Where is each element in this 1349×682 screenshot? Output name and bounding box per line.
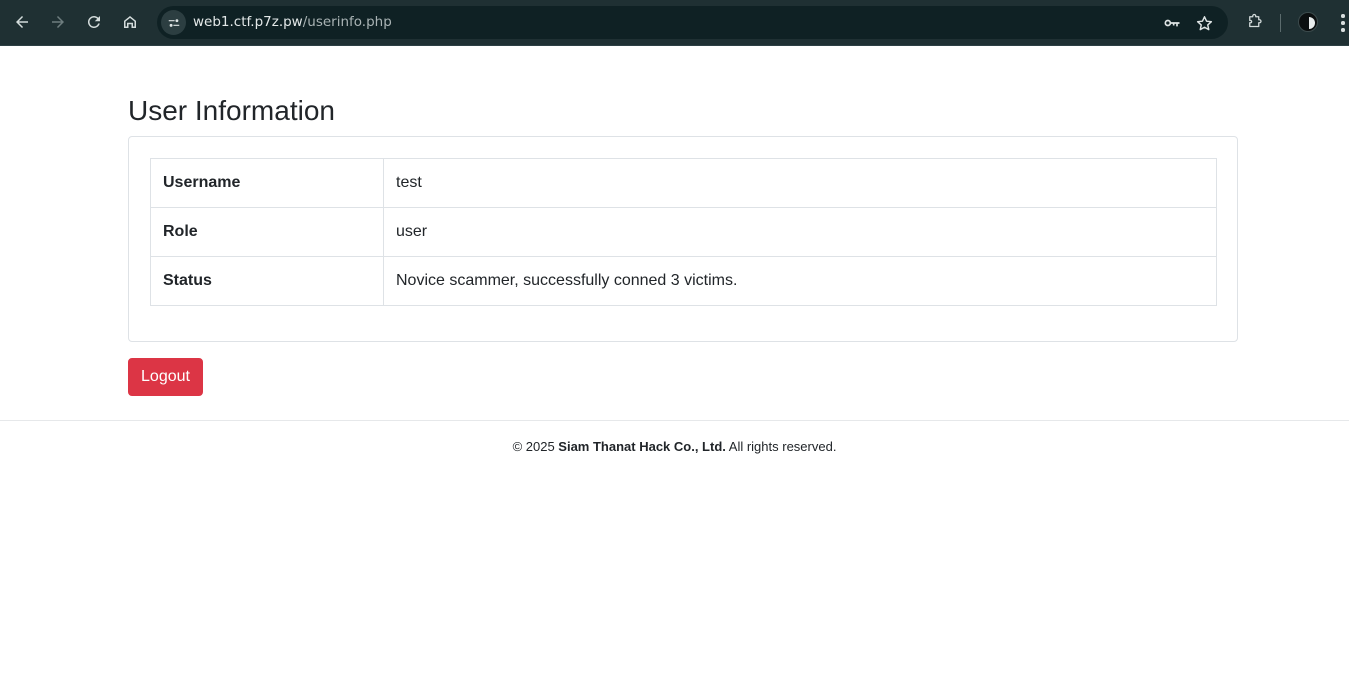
extensions-icon[interactable]: [1240, 7, 1270, 37]
page-title: User Information: [128, 95, 335, 126]
forward-arrow-icon[interactable]: [43, 7, 73, 37]
role-value: user: [383, 207, 1217, 257]
user-info-card: Username test Role user Status Novice sc…: [128, 136, 1238, 342]
profile-icon[interactable]: [1298, 12, 1318, 32]
username-label: Username: [150, 158, 384, 208]
footer-divider: [0, 420, 1349, 421]
table-row-status: Status Novice scammer, successfully conn…: [150, 256, 1217, 306]
status-label: Status: [150, 256, 384, 306]
url-text: web1.ctf.p7z.pw/userinfo.php: [193, 14, 392, 30]
username-value: test: [383, 158, 1217, 208]
back-arrow-icon[interactable]: [7, 7, 37, 37]
url-host: web1.ctf.p7z.pw: [193, 14, 303, 30]
menu-dots-icon[interactable]: [1336, 12, 1349, 34]
status-value: Novice scammer, successfully conned 3 vi…: [383, 256, 1217, 306]
footer-company: Siam Thanat Hack Co., Ltd.: [558, 439, 726, 454]
footer-suffix: All rights reserved.: [725, 439, 837, 454]
key-icon[interactable]: [1161, 12, 1183, 34]
browser-toolbar: web1.ctf.p7z.pw/userinfo.php: [0, 0, 1349, 46]
home-icon[interactable]: [115, 7, 145, 37]
site-info-icon[interactable]: [161, 10, 186, 35]
role-label: Role: [150, 207, 384, 257]
footer-prefix: © 2025: [512, 439, 559, 454]
toolbar-divider: [1280, 14, 1281, 32]
user-info-table: Username test Role user Status Novice sc…: [150, 158, 1217, 306]
logout-button[interactable]: Logout: [128, 358, 203, 396]
table-row-username: Username test: [150, 158, 1217, 208]
address-bar[interactable]: web1.ctf.p7z.pw/userinfo.php: [157, 6, 1228, 39]
reload-icon[interactable]: [79, 7, 109, 37]
table-row-role: Role user: [150, 207, 1217, 257]
footer: © 2025 Siam Thanat Hack Co., Ltd. All ri…: [0, 439, 1349, 454]
star-icon[interactable]: [1193, 12, 1215, 34]
url-path: /userinfo.php: [302, 14, 392, 30]
